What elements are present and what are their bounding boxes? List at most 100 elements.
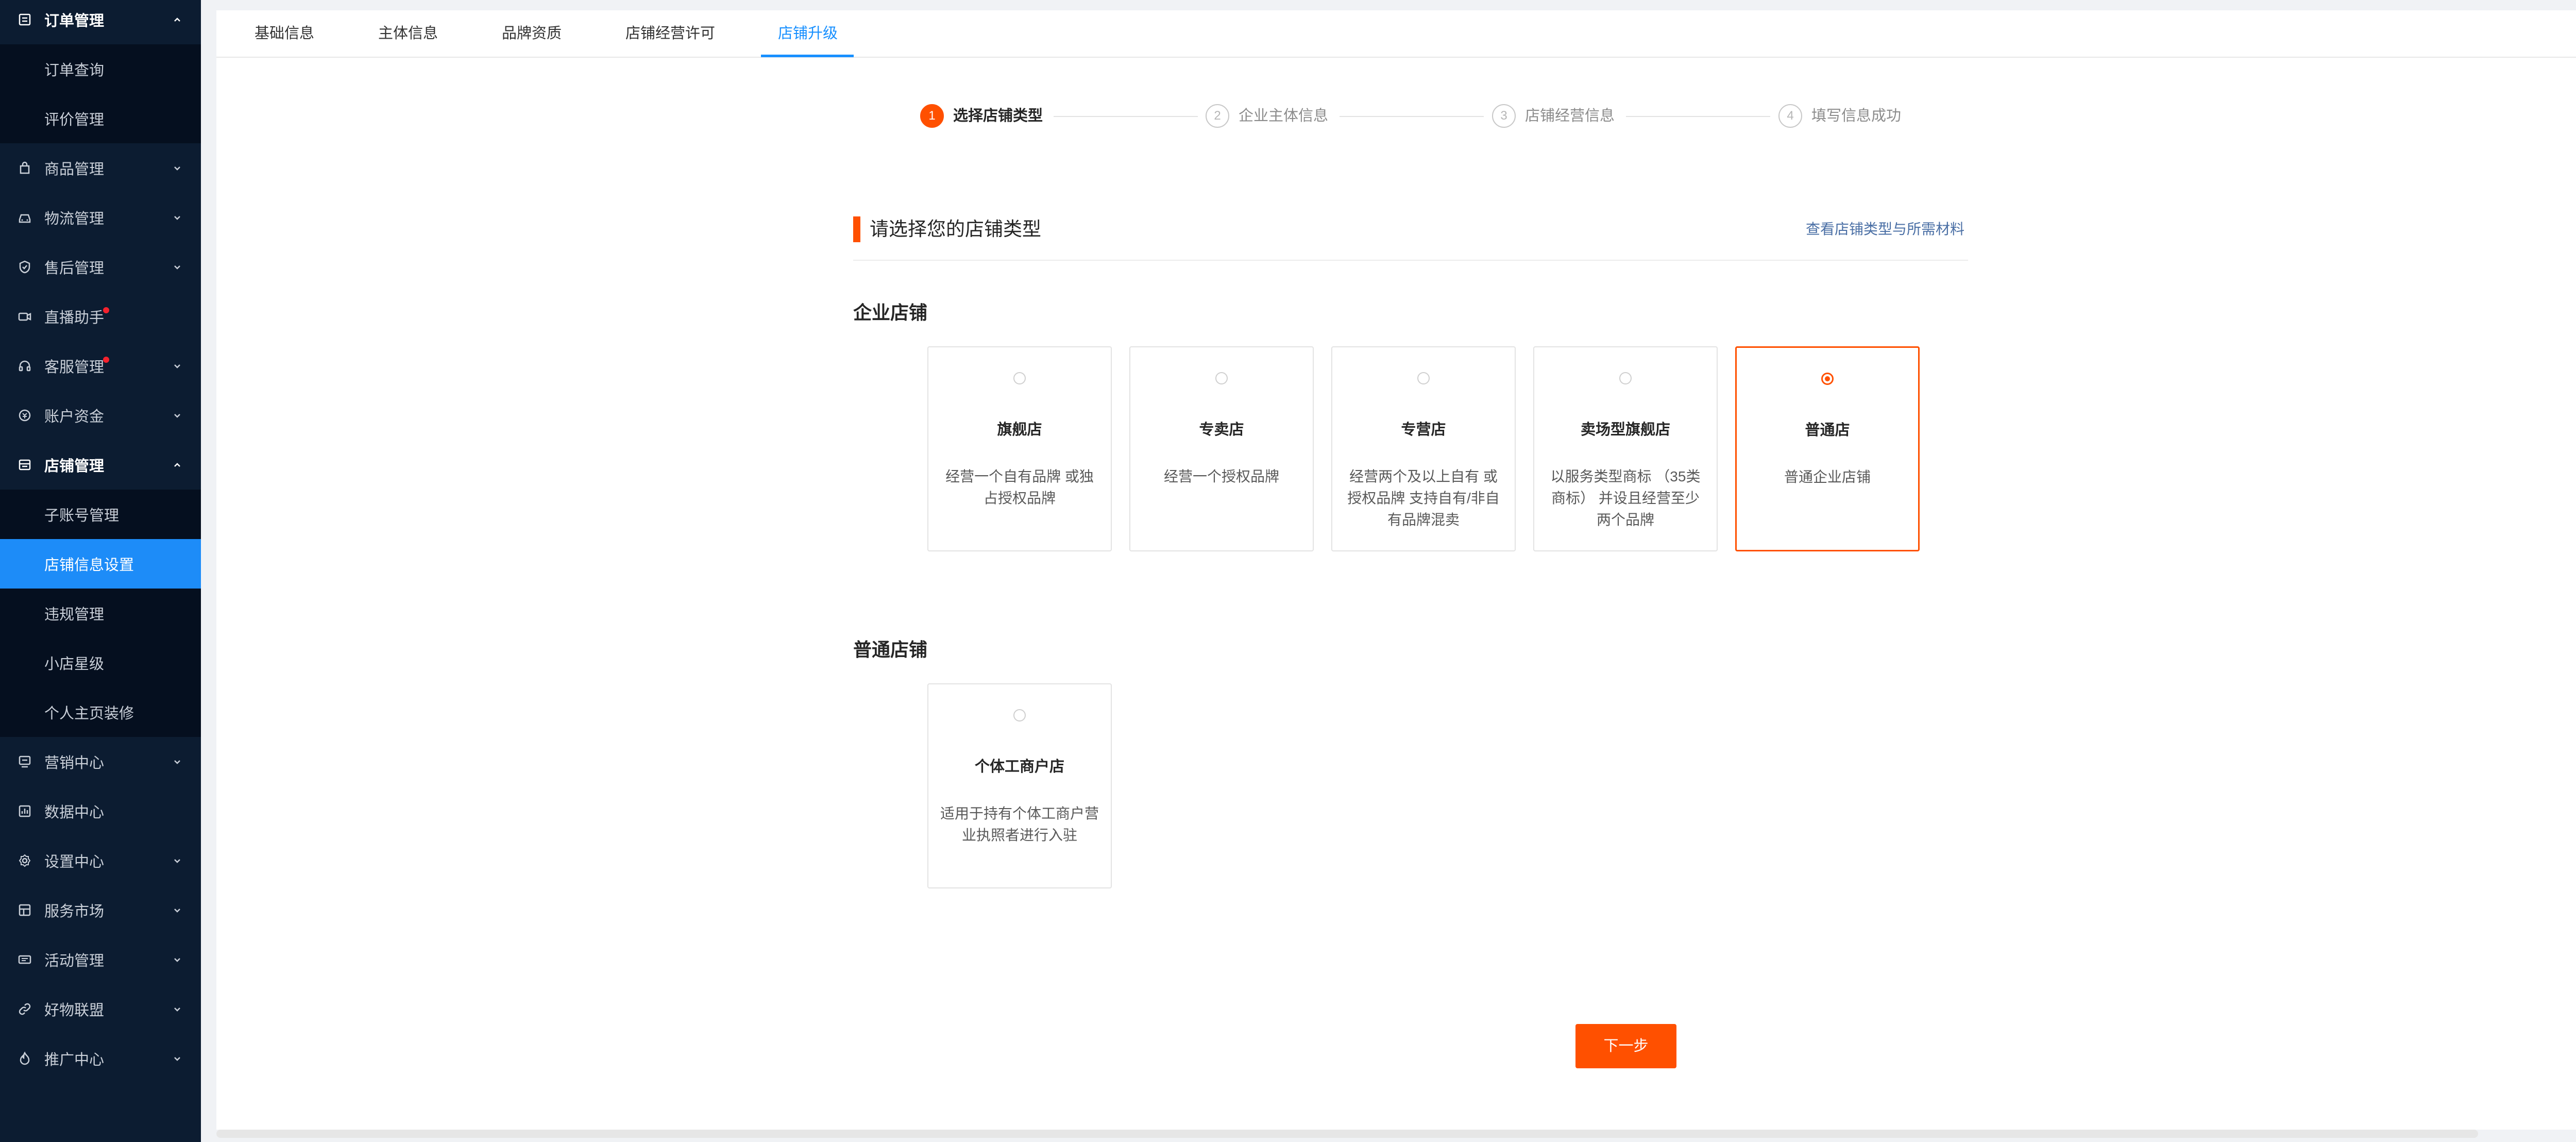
- menu-marketing[interactable]: 营销中心: [0, 737, 201, 786]
- tab-basic-info[interactable]: 基础信息: [255, 10, 314, 57]
- store-icon: [19, 459, 31, 471]
- menu-shop[interactable]: 店铺管理: [0, 440, 201, 490]
- menu-activity-label: 活动管理: [44, 953, 105, 969]
- chevron-down-icon: [174, 265, 180, 270]
- shop-type-card-regular[interactable]: 普通店 普通企业店铺: [1735, 346, 1920, 551]
- card-description: 普通企业店铺: [1784, 469, 1871, 485]
- tab-brand-qualification[interactable]: 品牌资质: [502, 10, 562, 57]
- card-title: 普通店: [1805, 422, 1850, 439]
- shop-type-card-mall-flagship[interactable]: 卖场型旗舰店 以服务类型商标 （35类商标） 并设且经营至少两个品牌: [1533, 346, 1718, 551]
- chevron-down-icon: [174, 1057, 180, 1061]
- tab-shop-upgrade[interactable]: 店铺升级: [778, 10, 838, 57]
- view-materials-link[interactable]: 查看店铺类型与所需材料: [1806, 219, 1964, 240]
- step-4-label: 填写信息成功: [1811, 108, 1902, 124]
- menu-order[interactable]: 订单管理: [0, 0, 201, 44]
- chevron-down-icon: [174, 216, 180, 220]
- card-title: 个体工商户店: [974, 759, 1064, 775]
- sub-violation[interactable]: 违规管理: [0, 589, 201, 638]
- next-step-button[interactable]: 下一步: [1575, 1024, 1676, 1068]
- radio-button[interactable]: [1417, 372, 1430, 384]
- step-2-number: 2: [1206, 104, 1229, 128]
- sub-subaccount[interactable]: 子账号管理: [0, 490, 201, 539]
- step-3-number: 3: [1492, 104, 1516, 128]
- menu-settings-label: 设置中心: [44, 854, 105, 870]
- chevron-down-icon: [174, 760, 180, 764]
- menu-service-market-label: 服务市场: [44, 903, 105, 920]
- sub-order-query-label: 订单查询: [44, 62, 105, 79]
- radio-button-selected[interactable]: [1821, 373, 1834, 385]
- card-title: 卖场型旗舰店: [1580, 422, 1670, 438]
- step-3-label: 店铺经营信息: [1525, 108, 1615, 124]
- sidebar: 订单管理 订单查询 评价管理 商品管理 物流管理 售后管理 直播助手 客服管理 …: [0, 0, 201, 1142]
- menu-data[interactable]: 数据中心: [0, 786, 201, 836]
- shield-icon: [19, 260, 30, 274]
- menu-alliance-label: 好物联盟: [44, 1002, 105, 1019]
- main-panel: 基础信息 主体信息 品牌资质 店铺经营许可 店铺升级 1 选择店铺类型 2 企业…: [216, 10, 2576, 1130]
- menu-logistics[interactable]: 物流管理: [0, 193, 201, 242]
- chevron-up-icon: [174, 463, 180, 467]
- sub-shop-star-label: 小店星级: [44, 656, 105, 673]
- chevron-down-icon: [174, 958, 180, 962]
- tab-entity-info[interactable]: 主体信息: [378, 10, 438, 57]
- sub-review[interactable]: 评价管理: [0, 94, 201, 143]
- menu-funds[interactable]: 账户资金: [0, 391, 201, 440]
- card-title: 旗舰店: [997, 422, 1042, 438]
- chevron-down-icon: [174, 909, 180, 913]
- radio-button[interactable]: [1013, 372, 1026, 384]
- menu-activity[interactable]: 活动管理: [0, 935, 201, 984]
- step-1-label: 选择店铺类型: [953, 108, 1043, 124]
- menu-promotion-label: 推广中心: [44, 1052, 105, 1068]
- order-icon: [19, 13, 31, 26]
- card-description: 经营两个及以上自有 或授权品牌 支持自有/非自有品牌混卖: [1347, 468, 1500, 528]
- shop-type-card-exclusive[interactable]: 专卖店 经营一个授权品牌: [1129, 346, 1314, 551]
- shop-type-card-individual[interactable]: 个体工商户店 适用于持有个体工商户营业执照者进行入驻: [927, 683, 1112, 888]
- sub-order-query[interactable]: 订单查询: [0, 44, 201, 94]
- step-connector: [1626, 116, 1770, 117]
- sub-shop-info-settings[interactable]: 店铺信息设置: [0, 539, 201, 589]
- radio-button[interactable]: [1013, 709, 1026, 721]
- menu-funds-label: 账户资金: [44, 409, 105, 425]
- card-description: 经营一个授权品牌: [1163, 468, 1279, 484]
- chevron-down-icon: [174, 414, 180, 418]
- monitor-icon: [19, 755, 31, 768]
- tab-business-license[interactable]: 店铺经营许可: [625, 10, 715, 57]
- step-connector: [1054, 116, 1198, 117]
- bag-icon: [20, 161, 30, 174]
- normal-group-title: 普通店铺: [853, 639, 928, 660]
- video-icon: [18, 312, 31, 321]
- menu-data-label: 数据中心: [44, 804, 105, 821]
- menu-order-label: 订单管理: [44, 13, 105, 29]
- menu-alliance[interactable]: 好物联盟: [0, 984, 201, 1034]
- headset-icon: [19, 360, 31, 372]
- menu-aftersale[interactable]: 售后管理: [0, 242, 201, 292]
- ticket-icon: [18, 955, 31, 964]
- card-title: 专卖店: [1199, 422, 1244, 438]
- menu-goods[interactable]: 商品管理: [0, 143, 201, 193]
- coin-icon: [19, 409, 31, 422]
- menu-live[interactable]: 直播助手: [0, 292, 201, 341]
- sub-homepage-decor[interactable]: 个人主页装修: [0, 687, 201, 737]
- menu-service-market[interactable]: 服务市场: [0, 885, 201, 935]
- grid-icon: [19, 904, 31, 916]
- card-title: 专营店: [1401, 422, 1446, 438]
- step-2-label: 企业主体信息: [1239, 108, 1329, 124]
- title-accent-bar: [853, 216, 860, 242]
- sub-review-label: 评价管理: [44, 112, 105, 128]
- link-icon: [19, 1003, 31, 1015]
- shop-type-card-specialty[interactable]: 专营店 经营两个及以上自有 或授权品牌 支持自有/非自有品牌混卖: [1331, 346, 1516, 551]
- sub-homepage-decor-label: 个人主页装修: [44, 706, 134, 722]
- sub-shop-star[interactable]: 小店星级: [0, 638, 201, 687]
- radio-button[interactable]: [1215, 372, 1228, 384]
- menu-settings[interactable]: 设置中心: [0, 836, 201, 885]
- radio-button[interactable]: [1619, 372, 1632, 384]
- notification-dot: [103, 307, 109, 313]
- chevron-down-icon: [174, 364, 180, 368]
- menu-logistics-label: 物流管理: [44, 211, 105, 227]
- chevron-down-icon: [174, 859, 180, 863]
- horizontal-scrollbar[interactable]: [216, 1130, 2478, 1138]
- shop-type-card-flagship[interactable]: 旗舰店 经营一个自有品牌 或独占授权品牌: [927, 346, 1112, 551]
- menu-service[interactable]: 客服管理: [0, 341, 201, 391]
- sub-violation-label: 违规管理: [44, 607, 105, 623]
- card-description: 以服务类型商标 （35类商标） 并设且经营至少两个品牌: [1550, 468, 1701, 528]
- menu-promotion[interactable]: 推广中心: [0, 1034, 201, 1083]
